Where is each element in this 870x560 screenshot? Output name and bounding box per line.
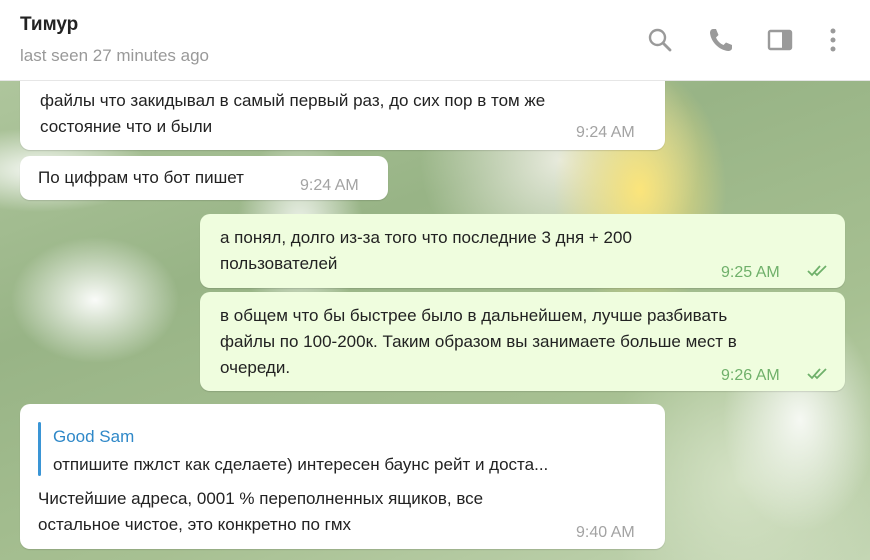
message-line: файлы что закидывал в самый первый раз, … — [40, 91, 546, 110]
message-bubble-incoming[interactable]: Good Sam отпишите пжлст как сделаете) ин… — [20, 404, 665, 549]
message-time: 9:24 AM — [576, 124, 635, 141]
message-time: 9:40 AM — [576, 524, 635, 541]
message-line: пользователей — [220, 254, 338, 273]
message-line: состояние что и были — [40, 117, 213, 136]
reply-author[interactable]: Good Sam — [53, 424, 134, 450]
double-check-icon — [807, 265, 827, 277]
message-bubble-incoming[interactable]: По цифрам что бот пишет 9:24 AM — [20, 156, 388, 200]
search-icon[interactable] — [646, 26, 674, 54]
message-line: файлы по 100-200к. Таким образом вы зани… — [220, 332, 737, 351]
chat-title[interactable]: Тимур — [20, 14, 78, 36]
chat-header: Тимур last seen 27 minutes ago — [0, 0, 870, 81]
last-seen-status: last seen 27 minutes ago — [20, 46, 210, 65]
message-bubble-outgoing[interactable]: а понял, долго из-за того что последние … — [200, 214, 845, 288]
phone-icon[interactable] — [707, 26, 735, 54]
reply-preview[interactable]: отпишите пжлст как сделаете) интересен б… — [53, 452, 548, 478]
message-time: 9:24 AM — [300, 177, 359, 194]
message-time: 9:26 AM — [721, 367, 780, 384]
message-bubble-outgoing[interactable]: в общем что бы быстрее было в дальнейшем… — [200, 292, 845, 391]
message-time: 9:25 AM — [721, 264, 780, 281]
double-check-icon — [807, 368, 827, 380]
reply-accent-bar — [38, 422, 41, 476]
message-line: Чистейшие адреса, 0001 % переполненных я… — [38, 489, 484, 508]
sidebar-toggle-icon[interactable] — [766, 26, 794, 54]
message-line: остальное чистое, это конкретно по гмх — [38, 515, 352, 534]
more-options-icon[interactable] — [819, 26, 847, 54]
message-line: По цифрам что бот пишет — [38, 168, 244, 187]
message-line: а понял, долго из-за того что последние … — [220, 228, 632, 247]
message-line: очереди. — [220, 358, 291, 377]
message-line: в общем что бы быстрее было в дальнейшем… — [220, 306, 728, 325]
